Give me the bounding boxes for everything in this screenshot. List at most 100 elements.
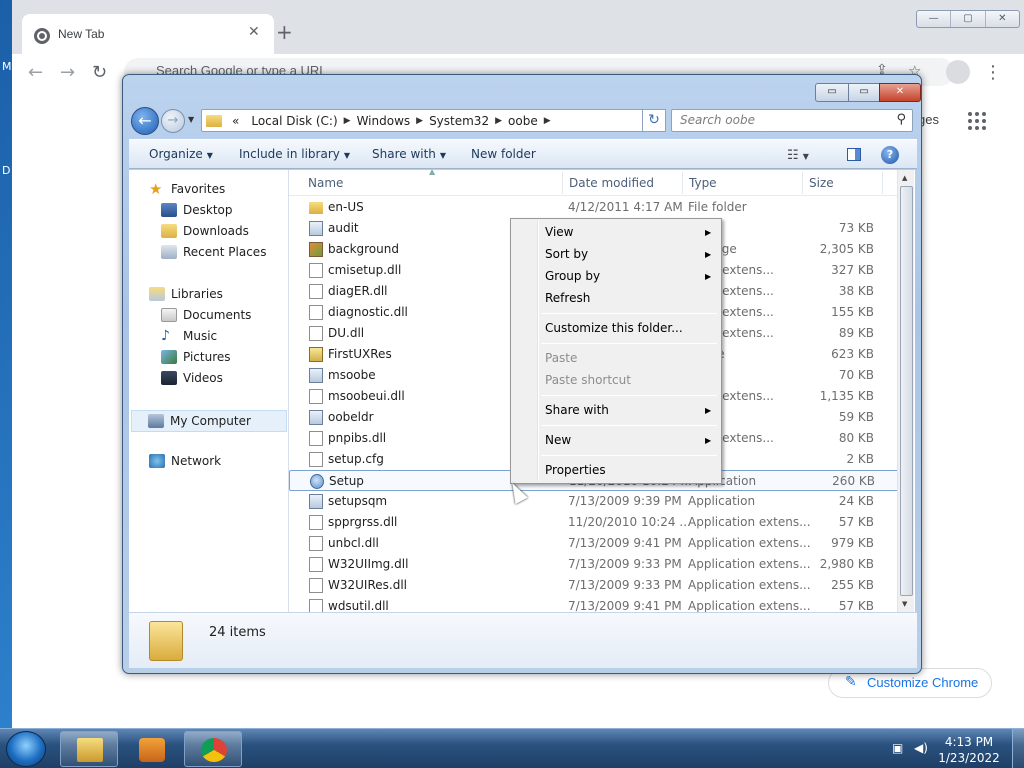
scrollbar-thumb[interactable] (900, 186, 913, 596)
nav-pictures[interactable]: Pictures (161, 350, 231, 364)
forward-arrow-icon[interactable]: → (60, 62, 75, 83)
file-name: unbcl.dll (328, 536, 379, 550)
nav-favorites[interactable]: ★ Favorites (149, 182, 225, 197)
nav-libraries[interactable]: Libraries (149, 287, 223, 301)
nav-network[interactable]: Network (149, 454, 221, 468)
nav-documents[interactable]: Documents (161, 308, 251, 322)
breadcrumb-system32[interactable]: System32 (423, 114, 495, 128)
minimize-button[interactable]: — (917, 11, 952, 27)
nav-label: Downloads (183, 224, 249, 238)
recent-pages-dropdown-icon[interactable]: ▼ (188, 115, 194, 124)
menu-item-properties[interactable]: Properties (545, 463, 606, 477)
explorer-minimize-button[interactable]: ▭ (815, 83, 849, 102)
taskbar-media-player-button[interactable] (122, 731, 180, 767)
search-icon[interactable]: ⚲ (896, 112, 906, 127)
menu-item-refresh[interactable]: Refresh (545, 291, 590, 305)
volume-tray-icon[interactable]: ◀) (914, 741, 928, 755)
taskbar-explorer-button[interactable] (60, 731, 118, 767)
explorer-close-button[interactable]: ✕ (879, 83, 921, 102)
file-icon (309, 326, 323, 341)
search-input[interactable]: Search oobe ⚲ (671, 109, 913, 132)
vertical-scrollbar[interactable]: ▲ ▼ (897, 170, 914, 612)
include-in-library-button[interactable]: Include in library ▼ (239, 147, 350, 161)
nav-label: Music (183, 329, 218, 343)
reload-icon[interactable]: ↻ (92, 62, 107, 83)
table-row[interactable]: W32UIRes.dll 7/13/2009 9:33 PM Application… (289, 575, 899, 596)
column-header-size[interactable]: Size (809, 176, 834, 190)
views-glyph: ☷ (787, 148, 799, 163)
desktop-icon-label: M (2, 60, 12, 73)
chrome-menu-icon[interactable]: ⋮ (984, 62, 1002, 83)
address-bar[interactable]: « Local Disk (C:) ▶ Windows ▶ System32 ▶… (201, 109, 665, 132)
share-with-button[interactable]: Share with ▼ (372, 147, 446, 161)
profile-avatar[interactable] (946, 60, 970, 84)
maximize-button[interactable]: ▢ (951, 11, 986, 27)
help-icon[interactable]: ? (881, 146, 899, 164)
file-size: 260 KB (832, 474, 875, 488)
desktop-icon (161, 203, 177, 217)
nav-desktop[interactable]: Desktop (161, 203, 233, 217)
explorer-maximize-button[interactable]: ▭ (848, 83, 880, 102)
table-row[interactable]: setupsqm 7/13/2009 9:39 PM Application 24 K… (289, 491, 899, 512)
column-header-date[interactable]: Date modified (569, 176, 654, 190)
breadcrumb-separator-icon[interactable]: ▶ (495, 116, 502, 126)
menu-item-sort-by[interactable]: Sort by (545, 247, 588, 261)
apps-grid-icon[interactable] (968, 112, 986, 130)
refresh-icon[interactable]: ↻ (642, 109, 666, 132)
menu-item-group-by[interactable]: Group by (545, 269, 600, 283)
taskbar-clock[interactable]: 4:13 PM 1/23/2022 (930, 734, 1008, 766)
column-header-name[interactable]: Name (308, 176, 343, 190)
table-row[interactable]: spprgrss.dll 11/20/2010 10:24 ... Applicat… (289, 512, 899, 533)
show-desktop-button[interactable] (1012, 729, 1024, 768)
explorer-back-button[interactable]: ← (131, 107, 159, 135)
breadcrumb-windows[interactable]: Windows (351, 114, 417, 128)
breadcrumb-local-disk[interactable]: Local Disk (C:) (245, 114, 343, 128)
breadcrumb-separator-icon[interactable]: ▶ (416, 116, 423, 126)
back-arrow-icon[interactable]: ← (28, 62, 43, 83)
nav-music[interactable]: ♪ Music (161, 329, 217, 343)
new-tab-button[interactable]: + (276, 22, 293, 42)
file-size: 979 KB (831, 536, 874, 550)
nav-my-computer[interactable]: My Computer (131, 410, 287, 432)
breadcrumb-overflow[interactable]: « (226, 114, 245, 128)
table-row[interactable]: wdsutil.dll 7/13/2009 9:41 PM Application … (289, 596, 899, 612)
table-row[interactable]: W32UIImg.dll 7/13/2009 9:33 PM Application… (289, 554, 899, 575)
file-icon (309, 305, 323, 320)
browser-tab[interactable]: New Tab ✕ (22, 14, 274, 54)
menu-item-view[interactable]: View (545, 225, 573, 239)
nav-videos[interactable]: Videos (161, 371, 223, 385)
clock-date: 1/23/2022 (938, 751, 1000, 765)
folder-large-icon (149, 621, 183, 661)
scroll-down-arrow-icon[interactable]: ▼ (902, 600, 907, 608)
file-size: 80 KB (838, 431, 874, 445)
scroll-up-arrow-icon[interactable]: ▲ (902, 174, 907, 182)
preview-pane-icon[interactable] (847, 148, 861, 161)
table-row[interactable]: unbcl.dll 7/13/2009 9:41 PM Application ex… (289, 533, 899, 554)
file-icon (309, 557, 323, 572)
organize-button[interactable]: Organize ▼ (149, 147, 213, 161)
tab-close-icon[interactable]: ✕ (248, 24, 260, 40)
nav-recent-places[interactable]: Recent Places (161, 245, 266, 259)
file-date: 7/13/2009 9:41 PM (568, 599, 682, 612)
file-type: Application extens... (688, 599, 811, 612)
column-header-type[interactable]: Type (689, 176, 717, 190)
menu-item-new[interactable]: New (545, 433, 571, 447)
menu-item-share-with[interactable]: Share with (545, 403, 609, 417)
breadcrumb-separator-icon[interactable]: ▶ (544, 116, 551, 126)
table-row[interactable]: en-US 4/12/2011 4:17 AM File folder (289, 197, 899, 218)
start-button[interactable] (6, 731, 46, 767)
breadcrumb-separator-icon[interactable]: ▶ (344, 116, 351, 126)
nav-downloads[interactable]: Downloads (161, 224, 249, 238)
command-bar: Organize ▼ Include in library ▼ Share with… (129, 139, 917, 169)
close-button[interactable]: ✕ (986, 11, 1019, 27)
taskbar: ▣ ◀) 4:13 PM 1/23/2022 (0, 728, 1024, 768)
taskbar-chrome-button[interactable] (184, 731, 242, 767)
change-view-icon[interactable]: ☷ ▼ (787, 148, 809, 163)
nav-label: Documents (183, 308, 252, 322)
explorer-forward-button[interactable]: → (161, 109, 185, 133)
network-tray-icon[interactable]: ▣ (892, 741, 906, 755)
setup-app-icon (310, 474, 324, 489)
menu-item-customize-folder[interactable]: Customize this folder... (545, 321, 683, 335)
breadcrumb-oobe[interactable]: oobe (502, 114, 544, 128)
new-folder-button[interactable]: New folder (471, 147, 536, 161)
